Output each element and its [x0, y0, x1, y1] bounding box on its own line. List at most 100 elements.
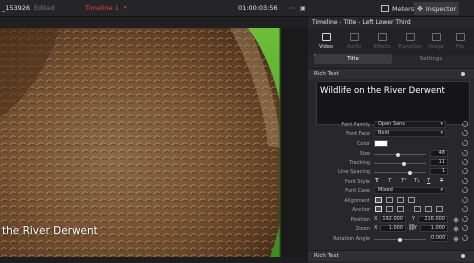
reset-alignment-icon[interactable]: [462, 197, 468, 203]
zoom-y-field[interactable]: 1.000: [420, 225, 448, 232]
viewer-transport: [0, 257, 307, 263]
strikethrough-style-icon[interactable]: T: [440, 178, 443, 184]
anchor-left-icon[interactable]: [414, 206, 421, 212]
meters-button[interactable]: Meters: [378, 2, 417, 15]
rotation-keyframe-icon[interactable]: [453, 236, 459, 242]
reset-font-case-icon[interactable]: [462, 187, 468, 193]
zoom-keyframe-icon[interactable]: [453, 226, 459, 232]
size-field[interactable]: 48: [430, 150, 448, 157]
zoom-x-field[interactable]: 1.000: [380, 225, 406, 232]
rich-text-value: Wildlife on the River Derwent: [320, 86, 445, 96]
viewer-options-icon[interactable]: ▣: [300, 5, 306, 12]
tab-file-label: File: [455, 44, 465, 50]
underline-style-icon[interactable]: T: [427, 178, 430, 184]
tab-audio-label: Audio: [346, 44, 362, 50]
inspector-icon: ✥: [417, 4, 423, 13]
reset-anchor-icon[interactable]: [462, 206, 468, 212]
zoom-label: Zoom: [355, 226, 370, 232]
meters-label: Meters: [392, 4, 415, 13]
font-case-value: Mixed: [378, 187, 393, 193]
rich-text-footer-label: Rich Text: [314, 253, 339, 259]
align-right-icon[interactable]: [397, 197, 404, 203]
color-label: Color: [356, 141, 370, 147]
align-left-icon[interactable]: [375, 197, 382, 203]
timeline-selector[interactable]: Timeline 1: [85, 5, 119, 12]
line-spacing-slider[interactable]: [374, 170, 426, 175]
audio-tab-icon: [349, 33, 359, 41]
tab-transition-label: Transition: [397, 44, 423, 50]
rotation-slider-knob[interactable]: [398, 237, 402, 242]
rotation-field[interactable]: 0.000: [430, 235, 448, 242]
italic-style-icon[interactable]: T: [388, 178, 391, 184]
rotation-slider[interactable]: [374, 237, 426, 242]
chevron-down-icon: ▾: [440, 121, 443, 127]
reset-color-icon[interactable]: [462, 140, 468, 146]
reset-position-icon[interactable]: [462, 216, 468, 222]
reset-line-spacing-icon[interactable]: [462, 168, 468, 174]
chevron-down-icon: ▾: [440, 130, 443, 136]
tab-file[interactable]: File: [444, 28, 474, 55]
bold-style-icon[interactable]: T: [375, 178, 379, 184]
chevron-down-icon[interactable]: ▾: [124, 5, 127, 12]
file-tab-icon: [455, 33, 465, 41]
reset-zoom-icon[interactable]: [462, 225, 468, 231]
font-face-value: Bold: [378, 130, 390, 136]
position-x-field[interactable]: 192.000: [380, 216, 406, 223]
segment-title[interactable]: Title: [314, 54, 392, 64]
size-slider-knob[interactable]: [396, 152, 400, 157]
more-options-icon[interactable]: ⋯: [288, 5, 295, 12]
size-label: Size: [359, 151, 370, 157]
anchor-bottom-icon[interactable]: [397, 206, 404, 212]
anchor-top-icon[interactable]: [375, 206, 382, 212]
tracking-slider-knob[interactable]: [402, 161, 406, 166]
viewer-toolbar: [0, 17, 307, 28]
position-label: Position: [350, 217, 370, 223]
font-case-label: Font Case: [345, 188, 370, 194]
align-center-icon[interactable]: [386, 197, 393, 203]
section-enable-icon[interactable]: [461, 72, 465, 76]
position-x-label: X: [374, 216, 378, 222]
color-swatch[interactable]: [374, 140, 388, 147]
subscript-style-icon[interactable]: T₁: [414, 178, 420, 184]
font-face-select[interactable]: Bold ▾: [374, 130, 446, 137]
timecode-display: 01:00:03:56: [238, 4, 278, 12]
position-keyframe-icon[interactable]: [453, 217, 459, 223]
font-case-select[interactable]: Mixed ▾: [374, 187, 446, 194]
line-spacing-slider-knob[interactable]: [408, 170, 412, 175]
effects-tab-icon: [377, 33, 387, 41]
video-viewer[interactable]: the River Derwent: [0, 28, 307, 257]
line-spacing-label: Line Spacing: [338, 169, 370, 175]
reset-tracking-icon[interactable]: [462, 159, 468, 165]
anchor-right-icon[interactable]: [436, 206, 443, 212]
position-y-label: Y: [412, 216, 416, 222]
segment-settings[interactable]: Settings: [392, 54, 470, 64]
reset-font-style-icon[interactable]: [462, 178, 468, 184]
rich-text-footer-header[interactable]: Rich Text: [308, 250, 474, 261]
size-slider[interactable]: [374, 152, 426, 157]
align-justify-icon[interactable]: [408, 197, 415, 203]
font-family-select[interactable]: Open Sans ▾: [374, 121, 446, 128]
reset-font-family-icon[interactable]: [462, 121, 468, 127]
footer-enable-icon[interactable]: [461, 254, 465, 258]
tracking-slider[interactable]: [374, 161, 426, 166]
rich-text-input[interactable]: Wildlife on the River Derwent: [316, 81, 470, 125]
superscript-style-icon[interactable]: T¹: [401, 178, 407, 184]
transition-tab-icon: [405, 33, 415, 41]
tab-video-label: Video: [318, 44, 333, 50]
reset-font-face-icon[interactable]: [462, 130, 468, 136]
anchor-middle-icon[interactable]: [386, 206, 393, 212]
line-spacing-field[interactable]: 1: [430, 168, 448, 175]
position-y-field[interactable]: 216.000: [418, 216, 448, 223]
inspector-title: Timeline - Title - Left Lower Third: [312, 19, 411, 26]
title-overlay-text[interactable]: the River Derwent: [2, 225, 98, 237]
inspector-button[interactable]: ✥ Inspector: [414, 2, 460, 15]
zoom-y-label: Y: [414, 225, 418, 231]
inspector-panel: Timeline - Title - Left Lower Third Vide…: [308, 17, 474, 263]
rich-text-section-label: Rich Text: [314, 71, 339, 77]
rich-text-section-header[interactable]: Rich Text: [308, 68, 474, 79]
reset-size-icon[interactable]: [462, 150, 468, 156]
tracking-field[interactable]: 11: [430, 159, 448, 166]
anchor-center-icon[interactable]: [425, 206, 432, 212]
image-tab-icon: [431, 33, 441, 41]
reset-rotation-icon[interactable]: [462, 235, 468, 241]
